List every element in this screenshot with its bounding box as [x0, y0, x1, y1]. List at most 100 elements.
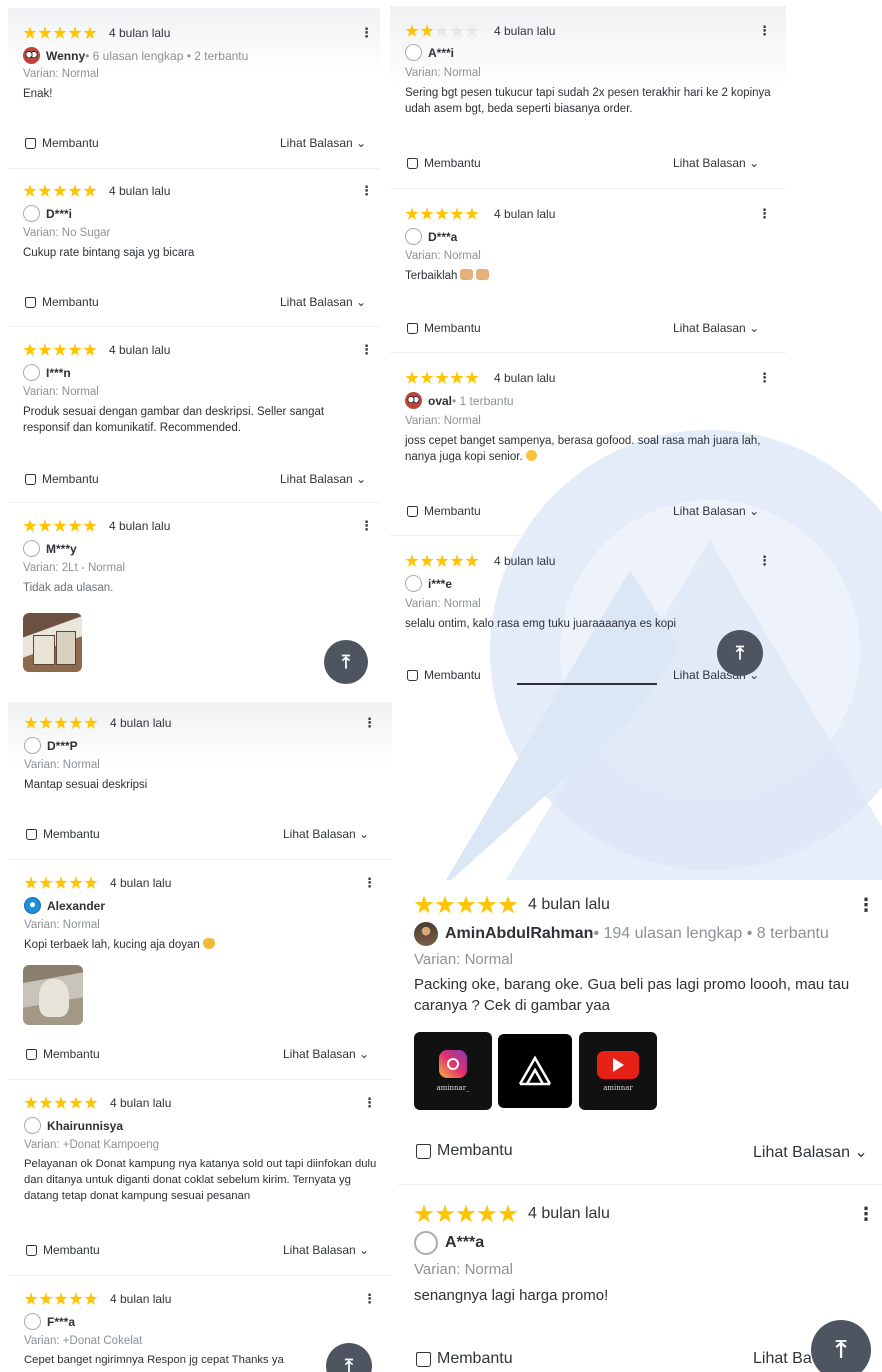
- view-replies-button[interactable]: Lihat Ba: [753, 1350, 812, 1368]
- star-filled-icon: [68, 519, 82, 532]
- view-replies-button[interactable]: Lihat Balasan ⌄: [283, 1047, 369, 1061]
- more-options-icon[interactable]: ⋮: [857, 895, 875, 916]
- chevron-down-icon: ⌄: [359, 1243, 370, 1257]
- helpful-label: Membantu: [43, 1047, 100, 1061]
- helpful-label: Membantu: [437, 1142, 513, 1159]
- more-options-icon[interactable]: ⋮: [857, 1204, 875, 1225]
- avatar: [24, 1117, 41, 1134]
- rating-stars: [24, 1292, 99, 1306]
- star-filled-icon: [24, 716, 38, 729]
- helpful-label: Membantu: [437, 1350, 513, 1367]
- scroll-to-top-button[interactable]: ⤒: [811, 1320, 871, 1372]
- view-replies-button[interactable]: Lihat Balasan ⌄: [283, 1243, 369, 1257]
- star-filled-icon: [84, 1096, 98, 1109]
- reviewer-row: Khairunnisya: [24, 1117, 123, 1134]
- review-text: Packing oke, barang oke. Gua beli pas la…: [414, 976, 850, 1015]
- star-filled-icon: [38, 26, 52, 39]
- helpful-button[interactable]: Membantu: [416, 1350, 513, 1368]
- view-replies-button[interactable]: Lihat Balasan ⌄: [673, 156, 759, 170]
- review-photo-youtube[interactable]: aminnar: [579, 1032, 657, 1110]
- view-replies-button[interactable]: Lihat Balasan ⌄: [673, 504, 759, 518]
- helpful-button[interactable]: Membantu: [25, 472, 99, 486]
- helpful-button[interactable]: Membantu: [407, 321, 481, 335]
- more-options-icon[interactable]: ⋮: [758, 206, 771, 222]
- review-text: Kopi terbaek lah, kucing aja doyan: [24, 937, 379, 953]
- view-replies-button[interactable]: Lihat Balasan ⌄: [753, 1142, 868, 1162]
- reviewer-name[interactable]: A***i: [428, 46, 454, 60]
- reviewer-name[interactable]: A***a: [445, 1234, 484, 1252]
- more-options-icon[interactable]: ⋮: [758, 23, 771, 39]
- view-replies-button[interactable]: Lihat Balasan ⌄: [283, 827, 369, 841]
- reviewer-name[interactable]: D***i: [46, 207, 72, 221]
- more-options-icon[interactable]: ⋮: [360, 518, 373, 534]
- reviewer-row: M***y: [23, 540, 77, 557]
- more-options-icon[interactable]: ⋮: [758, 370, 771, 386]
- avatar: [405, 44, 422, 61]
- review-photo[interactable]: [23, 965, 83, 1025]
- scroll-to-top-button[interactable]: ⤒: [324, 640, 368, 684]
- reviewer-name[interactable]: D***P: [47, 739, 78, 753]
- star-filled-icon: [69, 716, 83, 729]
- chevron-down-icon: ⌄: [749, 321, 760, 335]
- reviewer-name[interactable]: AminAbdulRahman: [445, 925, 593, 943]
- review-time: 4 bulan lalu: [110, 1096, 172, 1110]
- more-options-icon[interactable]: ⋮: [360, 183, 373, 199]
- more-options-icon[interactable]: ⋮: [363, 1095, 376, 1111]
- review-time: 4 bulan lalu: [528, 1205, 610, 1222]
- helpful-button[interactable]: Membantu: [416, 1142, 513, 1160]
- review-photo[interactable]: [23, 613, 82, 672]
- more-options-icon[interactable]: ⋮: [363, 1291, 376, 1307]
- view-replies-label: Lihat Balasan: [280, 295, 353, 309]
- reviewer-name[interactable]: M***y: [46, 542, 77, 556]
- review-photo-logo[interactable]: [498, 1034, 572, 1108]
- review-photo-instagram[interactable]: aminnar_: [414, 1032, 492, 1110]
- star-filled-icon: [24, 1292, 38, 1305]
- review-text: Cukup rate bintang saja yg bicara: [23, 247, 195, 259]
- scroll-to-top-button[interactable]: ⤒: [326, 1343, 372, 1372]
- reviewer-name[interactable]: D***a: [428, 230, 457, 244]
- helpful-button[interactable]: Membantu: [26, 1047, 100, 1061]
- more-options-icon[interactable]: ⋮: [360, 25, 373, 41]
- reviewer-name[interactable]: Khairunnisya: [47, 1119, 123, 1133]
- avatar: [23, 47, 40, 64]
- thumbs-up-icon: [407, 669, 418, 681]
- more-options-icon[interactable]: ⋮: [360, 342, 373, 358]
- star-filled-icon: [405, 207, 419, 220]
- helpful-button[interactable]: Membantu: [25, 136, 99, 150]
- variant-label: Varian: +Donat Cokelat: [24, 1335, 143, 1347]
- more-options-icon[interactable]: ⋮: [363, 875, 376, 891]
- thumbs-up-icon: [25, 137, 36, 149]
- reviewer-name[interactable]: I***n: [46, 366, 71, 380]
- more-options-icon[interactable]: ⋮: [363, 715, 376, 731]
- reviewer-stats: • 6 ulasan lengkap • 2 terbantu: [85, 48, 249, 63]
- star-filled-icon: [414, 895, 434, 914]
- helpful-button[interactable]: Membantu: [407, 504, 481, 518]
- view-replies-button[interactable]: Lihat Balasan ⌄: [280, 136, 366, 150]
- star-filled-icon: [54, 1292, 68, 1305]
- reviewer-name[interactable]: i***e: [428, 577, 452, 591]
- view-replies-button[interactable]: Lihat Balasan ⌄: [280, 472, 366, 486]
- star-filled-icon: [465, 207, 479, 220]
- reviewer-row: I***n: [23, 364, 71, 381]
- photo-caption: aminnar: [603, 1083, 633, 1092]
- helpful-button[interactable]: Membantu: [25, 295, 99, 309]
- more-options-icon[interactable]: ⋮: [758, 553, 771, 569]
- scroll-to-top-button[interactable]: ⤒: [717, 630, 763, 676]
- helpful-label: Membantu: [42, 472, 99, 486]
- helpful-button[interactable]: Membantu: [26, 1243, 100, 1257]
- helpful-button[interactable]: Membantu: [407, 668, 481, 682]
- star-filled-icon: [39, 716, 53, 729]
- view-replies-button[interactable]: Lihat Balasan ⌄: [280, 295, 366, 309]
- helpful-button[interactable]: Membantu: [407, 156, 481, 170]
- reviewer-name[interactable]: Alexander: [47, 899, 105, 913]
- review-time: 4 bulan lalu: [494, 207, 556, 221]
- view-replies-button[interactable]: Lihat Balasan ⌄: [673, 321, 759, 335]
- reviewer-name[interactable]: Wenny: [46, 49, 85, 63]
- star-filled-icon: [420, 371, 434, 384]
- reviewer-name[interactable]: F***a: [47, 1315, 75, 1329]
- view-replies-label: Lihat Balasan: [280, 136, 353, 150]
- helpful-button[interactable]: Membantu: [26, 827, 100, 841]
- reviewer-name[interactable]: oval: [428, 394, 452, 408]
- variant-label: Varian: Normal: [24, 759, 100, 771]
- review-time: 4 bulan lalu: [109, 343, 171, 357]
